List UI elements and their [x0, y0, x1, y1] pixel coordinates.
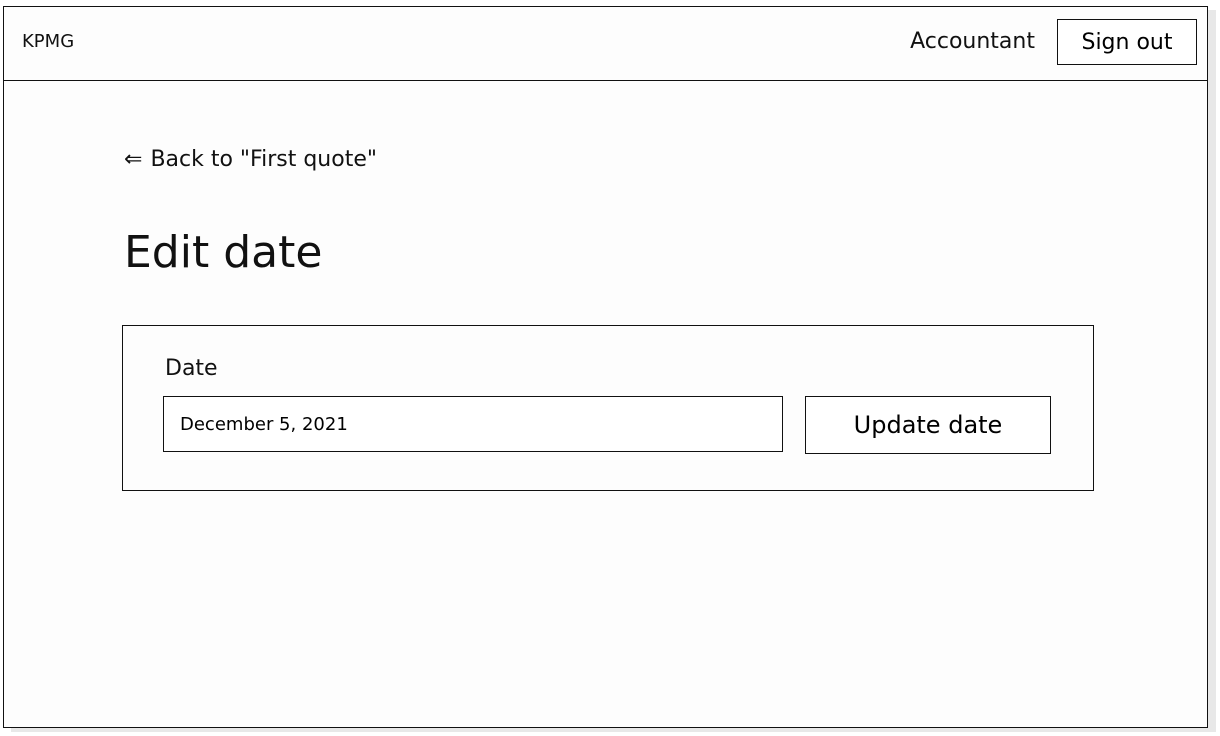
app-window: KPMG Accountant Sign out ⇐ Back to "Firs…	[3, 6, 1208, 728]
logo: KPMG	[22, 31, 75, 52]
arrow-left-icon: ⇐	[124, 147, 143, 172]
date-input[interactable]	[163, 396, 783, 452]
date-label: Date	[165, 356, 218, 381]
page-title: Edit date	[124, 227, 323, 278]
header: KPMG Accountant Sign out	[4, 7, 1207, 81]
user-role: Accountant	[910, 29, 1035, 54]
update-date-button[interactable]: Update date	[805, 396, 1051, 454]
sign-out-button[interactable]: Sign out	[1057, 19, 1197, 65]
back-link-label: Back to "First quote"	[150, 147, 377, 172]
back-link[interactable]: ⇐ Back to "First quote"	[124, 147, 377, 172]
edit-date-form: Date Update date	[122, 325, 1094, 491]
